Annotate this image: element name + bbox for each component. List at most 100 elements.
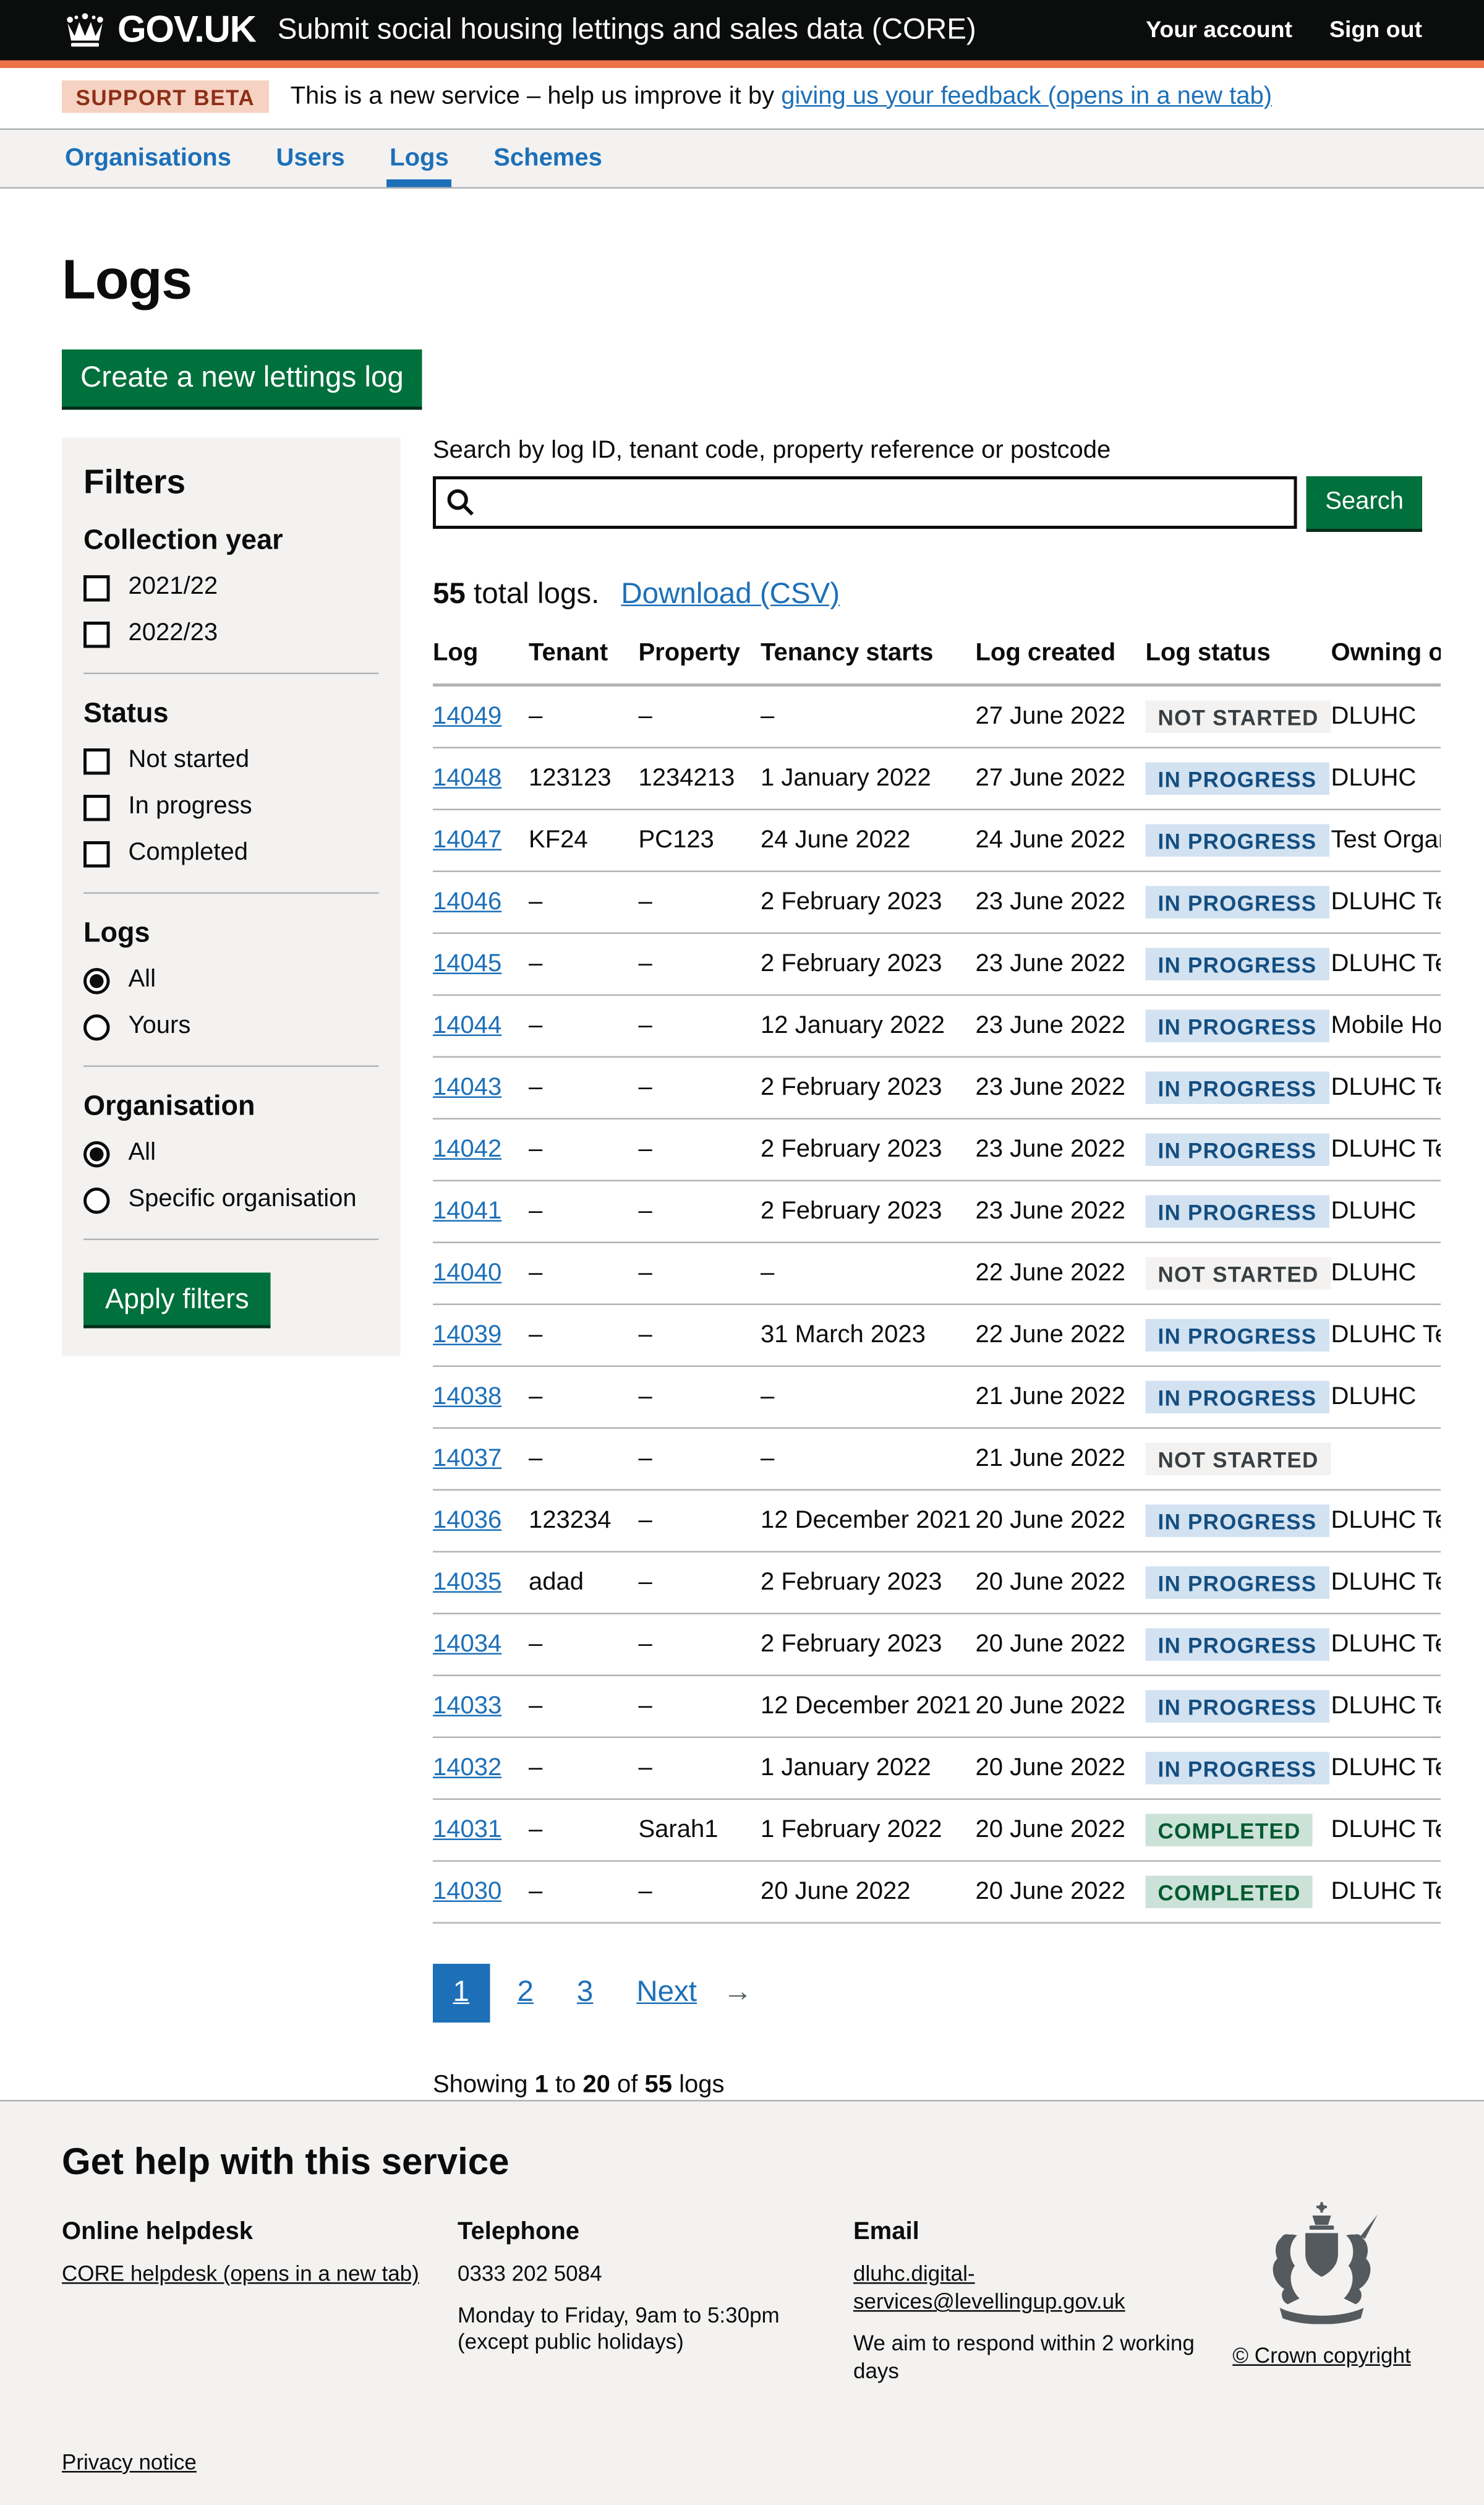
checkbox-2022-23[interactable]: 2022/23 [83,620,379,648]
log-id-link[interactable]: 14044 [433,1012,501,1038]
log-id-link[interactable]: 14046 [433,888,501,915]
tenant-cell: – [529,871,639,933]
radio-logs-yours[interactable]: Yours [83,1013,379,1041]
govuk-header: GOV.UK Submit social housing lettings an… [0,0,1484,68]
table-row: 14046 – – 2 February 2023 23 June 2022 I… [433,871,1441,933]
owning-organisation-cell: DLUHC [1331,1243,1441,1304]
owning-organisation-cell [1331,1428,1441,1490]
nav-item-organisations[interactable]: Organisations [62,130,234,187]
property-cell: – [639,685,761,748]
checkbox-not-started[interactable]: Not started [83,747,379,775]
owning-organisation-cell: DLUHC Test [1331,1676,1441,1737]
table-row: 14047 KF24 PC123 24 June 2022 24 June 20… [433,810,1441,871]
search-icon [445,487,475,525]
pagination-page-1[interactable]: 1 [433,1964,489,2023]
radio-organisation-all[interactable]: All [83,1140,379,1168]
log-id-link[interactable]: 14036 [433,1507,501,1533]
table-row: 14045 – – 2 February 2023 23 June 2022 I… [433,933,1441,995]
showing-prefix: Showing [433,2072,535,2099]
core-helpdesk-link[interactable]: CORE helpdesk (opens in a new tab) [62,2261,419,2285]
property-cell: – [639,1057,761,1119]
tenancy-starts-cell: 12 January 2022 [761,995,976,1057]
table-row: 14048 123123 1234213 1 January 2022 27 J… [433,748,1441,810]
log-id-link[interactable]: 14045 [433,950,501,977]
log-id-link[interactable]: 14031 [433,1816,501,1843]
radio-organisation-all-label: All [129,1140,156,1168]
tenancy-starts-cell: 1 January 2022 [761,748,976,810]
table-row: 14030 – – 20 June 2022 20 June 2022 COMP… [433,1861,1441,1923]
log-id-link[interactable]: 14040 [433,1259,501,1286]
log-id-link[interactable]: 14039 [433,1321,501,1348]
results-line: 55 total logs. Download (CSV) [433,578,1422,612]
checkbox-in-progress[interactable]: In progress [83,794,379,821]
log-id-link[interactable]: 14042 [433,1136,501,1162]
showing-mid1: to [548,2072,583,2099]
checkbox-icon [83,621,110,648]
telephone-number: 0333 202 5084 [458,2261,853,2288]
checkbox-2021-22[interactable]: 2021/22 [83,574,379,602]
sign-out-link[interactable]: Sign out [1329,17,1422,44]
pagination-page-2[interactable]: 2 [501,1964,548,2023]
log-id-link[interactable]: 14049 [433,703,501,729]
col-header-tenancy-starts: Tenancy starts [761,640,976,685]
property-cell: – [639,1676,761,1737]
log-id-link[interactable]: 14035 [433,1569,501,1595]
log-id-link[interactable]: 14041 [433,1197,501,1224]
log-created-cell: 22 June 2022 [976,1243,1146,1304]
create-lettings-log-button[interactable]: Create a new lettings log [62,349,422,407]
property-cell: – [639,1366,761,1428]
tenant-cell: – [529,1676,639,1737]
arrow-right-icon: → [723,1976,753,2010]
footer-heading: Get help with this service [62,2142,1422,2185]
pagination-page-3[interactable]: 3 [561,1964,608,2023]
log-id-link[interactable]: 14032 [433,1754,501,1781]
property-cell: – [639,1490,761,1552]
nav-item-schemes[interactable]: Schemes [490,130,605,187]
radio-organisation-specific[interactable]: Specific organisation [83,1186,379,1214]
tenancy-starts-cell: 2 February 2023 [761,1119,976,1181]
crest-block: © Crown copyright [1221,2201,1422,2371]
log-created-cell: 20 June 2022 [976,1861,1146,1923]
radio-logs-all[interactable]: All [83,967,379,995]
total-logs-suffix: total logs. [466,578,600,611]
footer-telephone-column: Telephone 0333 202 5084 Monday to Friday… [458,2219,853,2385]
collection-year-label: Collection year [83,525,379,557]
tenancy-starts-cell: 2 February 2023 [761,871,976,933]
table-row: 14034 – – 2 February 2023 20 June 2022 I… [433,1614,1441,1676]
log-id-link[interactable]: 14047 [433,826,501,853]
property-cell: – [639,1181,761,1243]
log-id-link[interactable]: 14033 [433,1692,501,1719]
pagination-next-link[interactable]: Next [636,1976,697,2010]
log-created-cell: 23 June 2022 [976,995,1146,1057]
privacy-notice-link[interactable]: Privacy notice [62,2449,197,2474]
table-row: 14033 – – 12 December 2021 20 June 2022 … [433,1676,1441,1737]
apply-filters-button[interactable]: Apply filters [83,1273,271,1325]
tenancy-starts-cell: – [761,685,976,748]
checkbox-completed-label: Completed [129,840,248,868]
telephone-hours: Monday to Friday, 9am to 5:30pm [458,2302,853,2329]
your-account-link[interactable]: Your account [1146,17,1292,44]
property-cell: – [639,933,761,995]
govuk-logo[interactable]: GOV.UK [62,9,256,52]
crown-copyright-link[interactable]: © Crown copyright [1232,2343,1410,2368]
log-id-link[interactable]: 14034 [433,1630,501,1657]
log-id-link[interactable]: 14038 [433,1383,501,1410]
showing-from: 1 [535,2072,548,2099]
checkbox-completed[interactable]: Completed [83,840,379,868]
search-input[interactable] [433,476,1297,529]
property-cell: 1234213 [639,748,761,810]
download-csv-link[interactable]: Download (CSV) [621,578,840,612]
log-id-link[interactable]: 14043 [433,1074,501,1100]
radio-icon [83,1187,110,1214]
log-id-link[interactable]: 14048 [433,764,501,791]
nav-item-logs[interactable]: Logs [386,130,452,187]
nav-item-users[interactable]: Users [273,130,348,187]
email-link[interactable]: dluhc.digital-services@levellingup.gov.u… [853,2261,1125,2313]
search-button[interactable]: Search [1307,476,1422,529]
log-id-link[interactable]: 14037 [433,1445,501,1471]
service-name[interactable]: Submit social housing lettings and sales… [278,13,976,47]
log-id-link[interactable]: 14030 [433,1878,501,1904]
tenancy-starts-cell: 2 February 2023 [761,1057,976,1119]
feedback-link[interactable]: giving us your feedback (opens in a new … [781,83,1272,109]
filters-panel: Filters Collection year 2021/22 2022/23 … [62,438,401,1356]
